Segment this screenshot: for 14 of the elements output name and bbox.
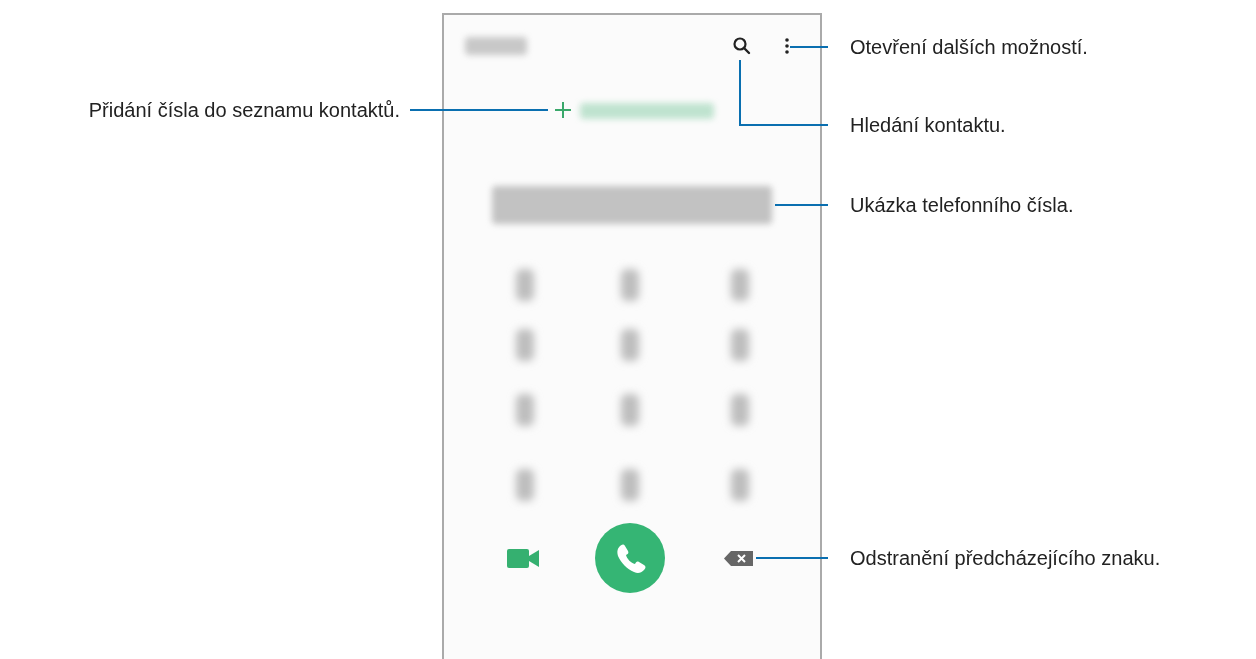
plus-icon[interactable] bbox=[554, 101, 572, 119]
call-button[interactable] bbox=[595, 523, 665, 593]
leader-line bbox=[774, 204, 829, 206]
callout-label: Přidání čísla do seznamu kontaktů. bbox=[88, 98, 400, 123]
callout-label: Otevření dalších možností. bbox=[850, 35, 1088, 60]
video-call-icon[interactable] bbox=[507, 549, 539, 568]
blurred-title bbox=[465, 37, 527, 55]
more-options-icon[interactable] bbox=[785, 38, 789, 54]
callout-label: Hledání kontaktu. bbox=[850, 113, 1006, 138]
callout-label: Ukázka telefonního čísla. bbox=[850, 193, 1074, 218]
search-icon[interactable] bbox=[733, 37, 751, 55]
backspace-icon[interactable] bbox=[724, 551, 753, 566]
leader-line bbox=[789, 46, 829, 48]
callout-label: Odstranění předcházejícího znaku. bbox=[850, 546, 1161, 571]
